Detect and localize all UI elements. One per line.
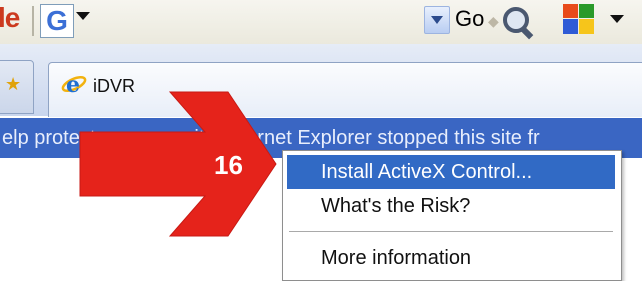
step-number: 16: [214, 150, 243, 180]
red-arrow-annotation: [79, 91, 277, 237]
